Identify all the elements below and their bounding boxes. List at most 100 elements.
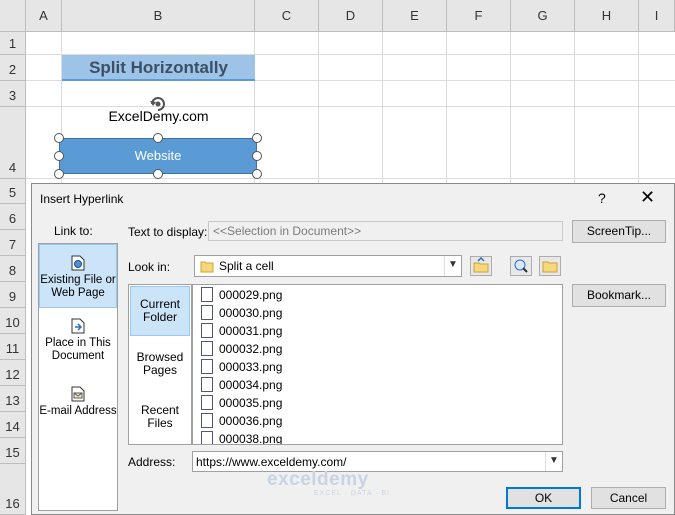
- ok-button[interactable]: OK: [506, 487, 581, 509]
- list-item[interactable]: 000036.png: [201, 412, 282, 430]
- resize-handle[interactable]: [153, 133, 163, 143]
- link-to-place-label: Place in This Document: [45, 337, 111, 362]
- column-header-h[interactable]: H: [575, 0, 639, 32]
- select-all-corner[interactable]: [0, 0, 26, 32]
- row-number: 13: [5, 393, 20, 408]
- document-place-icon: [71, 318, 85, 334]
- row-header-2[interactable]: 2: [0, 55, 26, 81]
- list-item[interactable]: 000032.png: [201, 340, 282, 358]
- browse-file-icon[interactable]: [539, 256, 561, 276]
- row-number: 4: [8, 160, 17, 175]
- link-to-existing-file-label: Existing File or Web Page: [40, 274, 116, 299]
- dialog-title: Insert Hyperlink: [40, 192, 124, 206]
- row-header-12[interactable]: 12: [0, 360, 26, 386]
- browse-web-icon[interactable]: [510, 256, 532, 276]
- resize-handle[interactable]: [252, 151, 262, 161]
- up-folder-glyph: [473, 256, 489, 273]
- row-header-9[interactable]: 9: [0, 282, 26, 308]
- column-header-b[interactable]: B: [62, 0, 255, 32]
- list-item[interactable]: 000030.png: [201, 304, 282, 322]
- list-item[interactable]: 000031.png: [201, 322, 282, 340]
- row-header-3[interactable]: 3: [0, 81, 26, 107]
- image-file-icon: [201, 305, 213, 321]
- row-header-6[interactable]: 6: [0, 204, 26, 230]
- rotate-handle-icon[interactable]: [148, 94, 168, 112]
- browse-side-panel: Current Folder Browsed Pages Recent File…: [128, 284, 192, 445]
- resize-handle[interactable]: [252, 133, 262, 143]
- browsed-pages-tab[interactable]: Browsed Pages: [130, 351, 190, 381]
- image-file-icon: [201, 287, 213, 303]
- row-header-16[interactable]: 16: [0, 464, 26, 515]
- file-list[interactable]: 000029.png 000030.png 000031.png 000032.…: [192, 284, 563, 445]
- resize-handle[interactable]: [54, 133, 64, 143]
- link-to-existing-file[interactable]: Existing File or Web Page: [39, 244, 117, 308]
- look-in-value: Split a cell: [219, 259, 274, 273]
- row-header-1[interactable]: 1: [0, 32, 26, 55]
- exceldemy-watermark: exceldemy: [267, 469, 369, 490]
- recent-files-tab[interactable]: Recent Files: [130, 404, 190, 434]
- image-file-icon: [201, 359, 213, 375]
- link-to-place-in-document[interactable]: Place in This Document: [39, 318, 117, 374]
- link-to-panel: Existing File or Web Page Place in This …: [38, 243, 118, 511]
- address-label: Address:: [128, 455, 176, 469]
- link-to-label: Link to:: [54, 224, 93, 238]
- row-number: 16: [5, 496, 20, 511]
- folder-icon: [200, 261, 214, 273]
- address-field[interactable]: https://www.exceldemy.com/ ▼: [192, 451, 563, 472]
- list-item[interactable]: 000038.png: [201, 430, 282, 444]
- row-header-4[interactable]: 4: [0, 107, 26, 179]
- column-header-f[interactable]: F: [447, 0, 511, 32]
- link-to-email[interactable]: E-mail Address: [39, 386, 117, 436]
- resize-handle[interactable]: [54, 151, 64, 161]
- chevron-down-icon[interactable]: ▼: [545, 452, 562, 471]
- list-item[interactable]: 000034.png: [201, 376, 282, 394]
- link-to-email-label: E-mail Address: [39, 405, 117, 417]
- row-header-10[interactable]: 10: [0, 308, 26, 334]
- resize-handle[interactable]: [153, 169, 163, 179]
- row-number: 10: [5, 315, 20, 330]
- address-value: https://www.exceldemy.com/: [196, 455, 347, 469]
- list-item[interactable]: 000029.png: [201, 286, 282, 304]
- email-icon: [71, 386, 85, 402]
- file-name: 000031.png: [219, 324, 283, 338]
- row-header-7[interactable]: 7: [0, 230, 26, 256]
- list-item[interactable]: 000033.png: [201, 358, 282, 376]
- list-item[interactable]: 000035.png: [201, 394, 282, 412]
- row-number: 12: [5, 367, 20, 382]
- screentip-button[interactable]: ScreenTip...: [572, 220, 666, 243]
- look-in-dropdown[interactable]: Split a cell ▼: [194, 255, 462, 277]
- cancel-button[interactable]: Cancel: [591, 487, 666, 509]
- file-name: 000034.png: [219, 378, 283, 392]
- column-header-a[interactable]: A: [26, 0, 62, 32]
- column-header-e[interactable]: E: [383, 0, 447, 32]
- globe-file-icon: [71, 255, 85, 271]
- chevron-down-icon[interactable]: ▼: [444, 256, 461, 276]
- resize-handle[interactable]: [54, 169, 64, 179]
- row-header-14[interactable]: 14: [0, 412, 26, 438]
- row-header-5[interactable]: 5: [0, 179, 26, 204]
- row-number: 6: [8, 211, 17, 226]
- title-cell[interactable]: Split Horizontally: [62, 55, 255, 81]
- column-header-d[interactable]: D: [319, 0, 383, 32]
- row-header-11[interactable]: 11: [0, 334, 26, 360]
- up-folder-icon[interactable]: [470, 256, 492, 276]
- row-header-13[interactable]: 13: [0, 386, 26, 412]
- current-folder-tab[interactable]: Current Folder: [130, 286, 190, 336]
- column-header-g[interactable]: G: [511, 0, 575, 32]
- close-icon[interactable]: ✕: [640, 187, 655, 208]
- row-number: 1: [8, 36, 17, 51]
- column-header-c[interactable]: C: [255, 0, 319, 32]
- file-name: 000036.png: [219, 414, 283, 428]
- help-button[interactable]: ?: [598, 190, 606, 206]
- insert-hyperlink-dialog: Insert Hyperlink ? ✕ Link to: Existing F…: [31, 183, 675, 515]
- row-header-15[interactable]: 15: [0, 438, 26, 464]
- text-to-display-field[interactable]: <<Selection in Document>>: [208, 221, 563, 241]
- resize-handle[interactable]: [252, 169, 262, 179]
- file-name: 000029.png: [219, 288, 283, 302]
- bookmark-button[interactable]: Bookmark...: [572, 284, 666, 307]
- row-header-8[interactable]: 8: [0, 256, 26, 282]
- row-number: 9: [8, 289, 17, 304]
- column-header-i[interactable]: I: [639, 0, 675, 32]
- file-name: 000035.png: [219, 396, 283, 410]
- row-number: 11: [5, 341, 20, 356]
